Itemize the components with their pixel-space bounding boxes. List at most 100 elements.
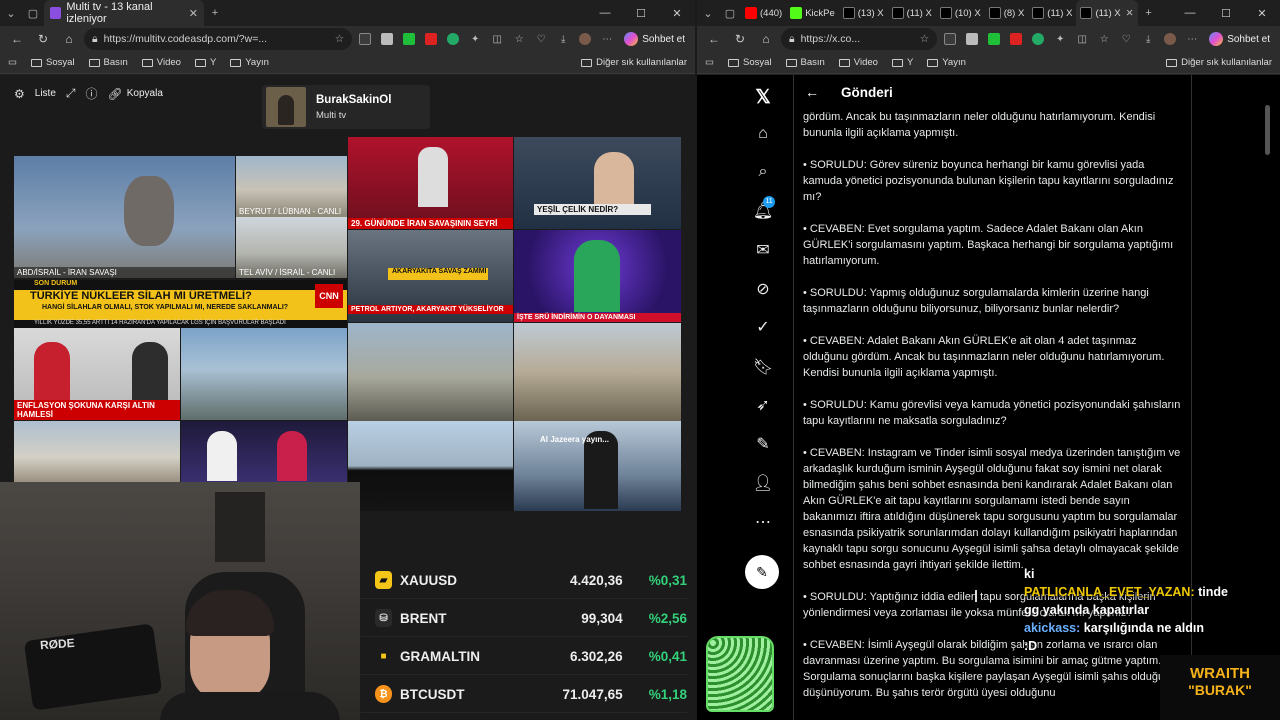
video-tile-skyline[interactable] [348,323,513,421]
favorite-star-icon[interactable]: ☆ [335,33,344,45]
scrollbar-thumb[interactable] [1265,105,1270,155]
workspaces-icon[interactable]: ▢ [719,2,741,24]
tab-multitv[interactable]: Multi tv - 13 kanal izleniyor ✕ [44,0,204,26]
extension-icon[interactable] [356,30,374,48]
verified-check-icon[interactable]: ✓ [751,315,775,339]
bookmark-folder[interactable]: Basın [88,57,128,68]
bookmark-folder[interactable]: Sosyal [727,57,772,68]
extensions-puzzle-icon[interactable]: ✦ [1051,30,1069,48]
maximize-icon[interactable]: ☐ [623,0,659,26]
video-tile-studio-4[interactable] [181,421,347,482]
menu-dots-icon[interactable]: ⋯ [1183,30,1201,48]
video-tile-al-jazeera[interactable]: Al Jazeera yayın... [514,421,681,511]
extension-icon[interactable] [400,30,418,48]
tab-x-active[interactable]: (11) X ✕ [1076,0,1138,26]
close-tab-icon[interactable]: ✕ [1126,8,1134,19]
profile-card[interactable]: BurakSakinOl Multi tv [262,85,430,129]
url-field[interactable]: 🔒︎ https://x.co... ☆ [781,28,938,50]
articles-edit-icon[interactable]: ✎ [751,432,775,456]
video-tile-city[interactable] [514,323,681,421]
list-button[interactable]: Liste [35,88,56,99]
extension-icon[interactable] [444,30,462,48]
favorites-icon[interactable]: ☆ [1095,30,1113,48]
market-row[interactable]: ⛁ BRENT 99,304 %2,56 [361,600,687,637]
video-tile-abd-iran[interactable]: ABD/İSRAİL - İRAN SAVAŞI [14,156,235,278]
back-icon[interactable]: ← [703,28,725,50]
video-tile-beyrut[interactable]: BEYRUT / LÜBNAN - CANLI [236,156,347,217]
tab-x[interactable]: (11) X [1028,0,1076,26]
copilot-chat-button[interactable]: Sohbet et [1205,32,1274,46]
tab-youtube[interactable]: (440) [741,0,786,26]
extension-icon[interactable] [1029,30,1047,48]
video-tile-gaza[interactable] [14,421,180,482]
reload-icon[interactable]: ↻ [729,28,751,50]
news-ticker[interactable]: SON DURUM TÜRKİYE NÜKLEER SİLAH MI ÜRETM… [14,280,347,328]
back-icon[interactable]: ← [6,28,28,50]
bookmark-folder[interactable]: Yayın [230,57,269,68]
extensions-puzzle-icon[interactable]: ✦ [466,30,484,48]
bookmark-folder[interactable]: Yayın [927,57,966,68]
market-row[interactable]: ₿ BTCUSDT 71.047,65 %1,18 [361,676,687,713]
extension-icon[interactable] [985,30,1003,48]
more-options-icon[interactable]: ⋯ [751,510,775,534]
tab-x[interactable]: (8) X [985,0,1029,26]
home-nav-icon[interactable]: ⌂ [751,122,775,146]
close-window-icon[interactable]: ✕ [659,0,695,26]
bookmarks-toggle-icon[interactable]: ▭ [8,57,17,68]
extension-icon[interactable] [422,30,440,48]
copilot-chat-button[interactable]: Sohbet et [620,32,689,46]
close-window-icon[interactable]: ✕ [1244,0,1280,26]
video-tile-studio-1[interactable]: 29. GÜNÜNDE İRAN SAVAŞININ SEYRİ [348,137,513,229]
tab-x[interactable]: (13) X [839,0,888,26]
home-icon[interactable]: ⌂ [755,28,777,50]
maximize-icon[interactable]: ☐ [1208,0,1244,26]
compose-post-button[interactable]: ✎ [745,555,779,589]
market-row[interactable]: ▰ XAUUSD 4.420,36 %0,31 [361,562,687,599]
minimize-icon[interactable]: — [1172,0,1208,26]
collections-icon[interactable]: ♡ [1117,30,1135,48]
back-arrow-icon[interactable]: ← [805,84,819,100]
downloads-icon[interactable]: ⤓ [1139,30,1157,48]
extension-icon[interactable] [378,30,396,48]
copy-link-button[interactable]: 🔗︎ Kopyala [108,87,163,101]
bookmark-folder[interactable]: Basın [785,57,825,68]
market-row[interactable]: ■ GRAMALTIN 6.302,26 %0,41 [361,638,687,675]
explore-search-icon[interactable]: ⌕ [751,160,775,184]
video-tile-akaryakit[interactable]: AKARYAKITA SAVAŞ ZAMMI PETROL ARTIYOR, A… [348,230,513,322]
bookmark-folder[interactable]: Y [891,57,913,68]
extension-icon[interactable] [1007,30,1025,48]
profile-avatar-icon[interactable] [576,30,594,48]
video-tile-studio-3[interactable]: İŞTE SRÜ İNDİRİMİN O DAYANMASI [514,230,681,322]
bookmark-folder[interactable]: Video [141,57,181,68]
tab-x[interactable]: (10) X [936,0,985,26]
other-bookmarks[interactable]: Diğer sık kullanılanlar [581,57,687,68]
video-tile-enflasyon[interactable]: ENFLASYON ŞOKUNA KARŞI ALTIN HAMLESİ [14,328,180,420]
bookmark-folder[interactable]: Sosyal [30,57,75,68]
fullscreen-icon[interactable]: ⤢ [66,86,76,101]
notifications-bell-icon[interactable]: 🔔︎ 11 [751,196,775,223]
extension-icon[interactable] [941,30,959,48]
new-tab-icon[interactable]: + [204,2,226,24]
info-icon[interactable]: ⓘ [86,85,98,102]
split-screen-icon[interactable]: ◫ [1073,30,1091,48]
profile-person-icon[interactable]: 👤︎ [751,471,775,495]
close-tab-icon[interactable]: ✕ [189,7,198,20]
collections-icon[interactable]: ♡ [532,30,550,48]
video-tile-tel-aviv[interactable]: TEL AVİV / İSRAİL - CANLI [236,217,347,278]
messages-mail-icon[interactable]: ✉ [751,238,775,262]
x-logo-icon[interactable]: 𝕏 [751,85,775,109]
menu-dots-icon[interactable]: ⋯ [598,30,616,48]
video-tile-cams-grid[interactable] [181,328,347,420]
extension-icon[interactable] [963,30,981,48]
url-field[interactable]: 🔒︎ https://multitv.codeasdp.com/?w=... ☆ [84,28,353,50]
rocket-jobs-icon[interactable]: ➶ [751,393,775,417]
bookmark-folder[interactable]: Y [194,57,216,68]
bookmarks-toggle-icon[interactable]: ▭ [705,57,714,68]
other-bookmarks[interactable]: Diğer sık kullanılanlar [1166,57,1272,68]
video-tile-studio-2[interactable]: YEŞİL ÇELİK NEDİR? [514,137,681,229]
settings-gear-icon[interactable]: ⚙ [14,87,25,101]
split-screen-icon[interactable]: ◫ [488,30,506,48]
home-icon[interactable]: ⌂ [58,28,80,50]
video-tile-cams-2[interactable] [348,421,513,511]
grok-icon[interactable]: ⊘ [751,277,775,301]
